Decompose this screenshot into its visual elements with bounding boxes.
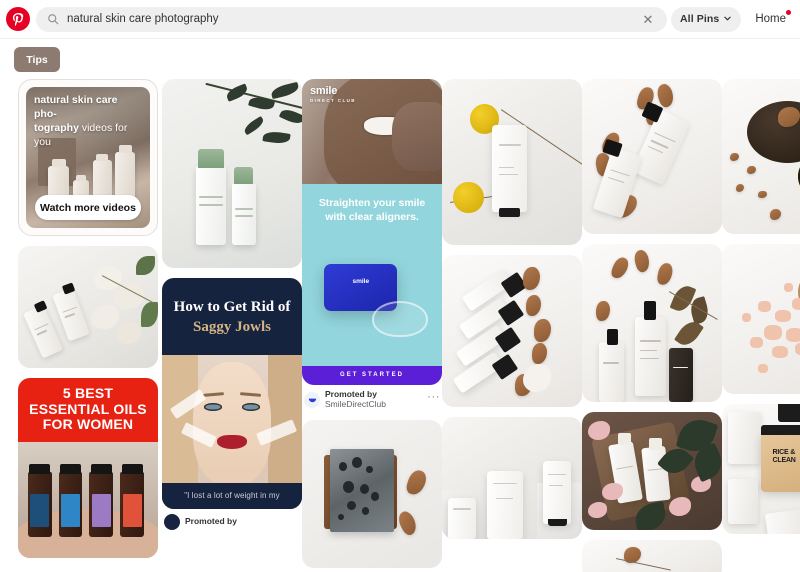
saggy-jowls-headline: How to Get Rid of Saggy Jowls [173,299,291,336]
essential-oils-banner: 5 BEST ESSENTIAL OILS FOR WOMEN [18,378,158,443]
ellipsis-icon[interactable]: ··· [427,392,440,405]
beard-butter-bottles-thumbnail [582,79,722,234]
pin-card-ne-tube[interactable] [442,79,582,245]
home-nav-link[interactable]: Home [755,10,791,25]
tips-bar: Tips [0,39,800,79]
pin-column-3: smile DIRECT CLUB Straighten your smile … [302,79,442,572]
pinterest-logo-icon[interactable] [6,7,30,31]
pin-card-dark-jar-amber[interactable] [722,79,800,234]
pin-card-floral-serums[interactable] [582,412,722,530]
pin-column-1: natural skin care pho- tography videos f… [18,79,158,568]
pink-salt-thumbnail [722,244,800,394]
get-started-cta-button[interactable]: GET STARTED [302,366,442,385]
clear-aligner-graphic [372,300,428,337]
rice-clean-thumbnail: RICE & CLEAN [722,404,800,534]
pin-column-4 [442,79,582,549]
pin-card-bottom-partial[interactable] [582,540,722,572]
saggy-jowls-thumbnail: How to Get Rid of Saggy Jowls "I lost a … [162,278,302,509]
ne-tubes-marble-thumbnail [442,417,582,539]
pin-card-serum-sticks[interactable] [442,255,582,407]
pin-card-smiledirectclub-ad[interactable]: smile DIRECT CLUB Straighten your smile … [302,79,442,410]
watch-more-videos-button[interactable]: Watch more videos [35,195,141,220]
search-icon [47,13,59,25]
smile-avatar-icon [308,398,316,403]
pin-card-beard-butter-bottles[interactable] [582,79,722,234]
pin-card-rose-marble[interactable] [18,246,158,368]
notification-badge [786,10,791,15]
pin-column-6: RICE & CLEAN [722,79,800,544]
essential-oils-photo [18,442,158,559]
charcoal-soap-thumbnail [302,419,442,568]
promoted-row: Promoted by SmileDirectClub ··· [302,385,442,410]
pin-card-ne-tubes-marble[interactable] [442,417,582,539]
advertiser-avatar[interactable] [164,513,180,530]
rose-marble-thumbnail [18,246,158,368]
chevron-down-icon [723,10,732,28]
pin-card-essential-oils[interactable]: 5 BEST ESSENTIAL OILS FOR WOMEN [18,378,158,559]
saggy-jowls-quote: "I lost a lot of weight in my [162,482,302,509]
smile-ad-thumbnail: smile DIRECT CLUB Straighten your smile … [302,79,442,385]
all-pins-filter-dropdown[interactable]: All Pins [671,6,742,32]
smile-ad-headline: Straighten your smile with clear aligner… [318,197,426,224]
advertiser-avatar[interactable] [304,391,320,408]
pin-card-skin-bottles[interactable] [162,79,302,268]
smile-ad-body: Straighten your smile with clear aligner… [302,184,442,366]
all-pins-label: All Pins [680,13,720,25]
video-promo-thumbnail: natural skin care pho- tography videos f… [26,87,150,228]
bottom-partial-thumbnail [582,540,722,572]
skin-bottles-thumbnail [162,79,302,268]
clear-search-button[interactable]: ✕ [639,10,657,28]
pin-card-pink-salt[interactable] [722,244,800,394]
pin-card-video-promo[interactable]: natural skin care pho- tography videos f… [18,79,158,236]
smile-brand-logo: smile DIRECT CLUB [310,85,356,103]
app-header: ✕ All Pins Home [0,0,800,39]
promoted-label: Promoted by [325,389,377,399]
pin-card-beard-butter-sprays[interactable] [582,244,722,402]
tips-button[interactable]: Tips [14,47,60,72]
rice-clean-label: RICE & CLEAN [772,449,796,464]
pin-card-rice-clean[interactable]: RICE & CLEAN [722,404,800,534]
promoted-row: Promoted by [162,509,302,530]
serum-sticks-thumbnail [442,255,582,407]
ne-tube-thumbnail [442,79,582,245]
pin-column-5 [582,79,722,572]
pin-grid: natural skin care pho- tography videos f… [0,79,800,572]
smile-ad-photo: smile DIRECT CLUB [302,79,442,184]
search-input[interactable] [67,6,639,32]
promoted-label: Promoted by [185,515,237,526]
search-bar[interactable]: ✕ [36,6,667,32]
essential-oils-thumbnail: 5 BEST ESSENTIAL OILS FOR WOMEN [18,378,158,559]
video-promo-title: natural skin care pho- tography videos f… [34,94,128,148]
beard-butter-sprays-thumbnail [582,244,722,402]
pin-column-2: How to Get Rid of Saggy Jowls "I lost a … [162,79,302,540]
dark-jar-amber-thumbnail [722,79,800,234]
pin-card-charcoal-soap[interactable] [302,419,442,568]
pin-card-saggy-jowls[interactable]: How to Get Rid of Saggy Jowls "I lost a … [162,278,302,530]
home-label: Home [755,13,786,25]
advertiser-name[interactable]: SmileDirectClub [325,400,422,410]
floral-serums-thumbnail [582,412,722,530]
saggy-jowls-photo [162,354,302,483]
